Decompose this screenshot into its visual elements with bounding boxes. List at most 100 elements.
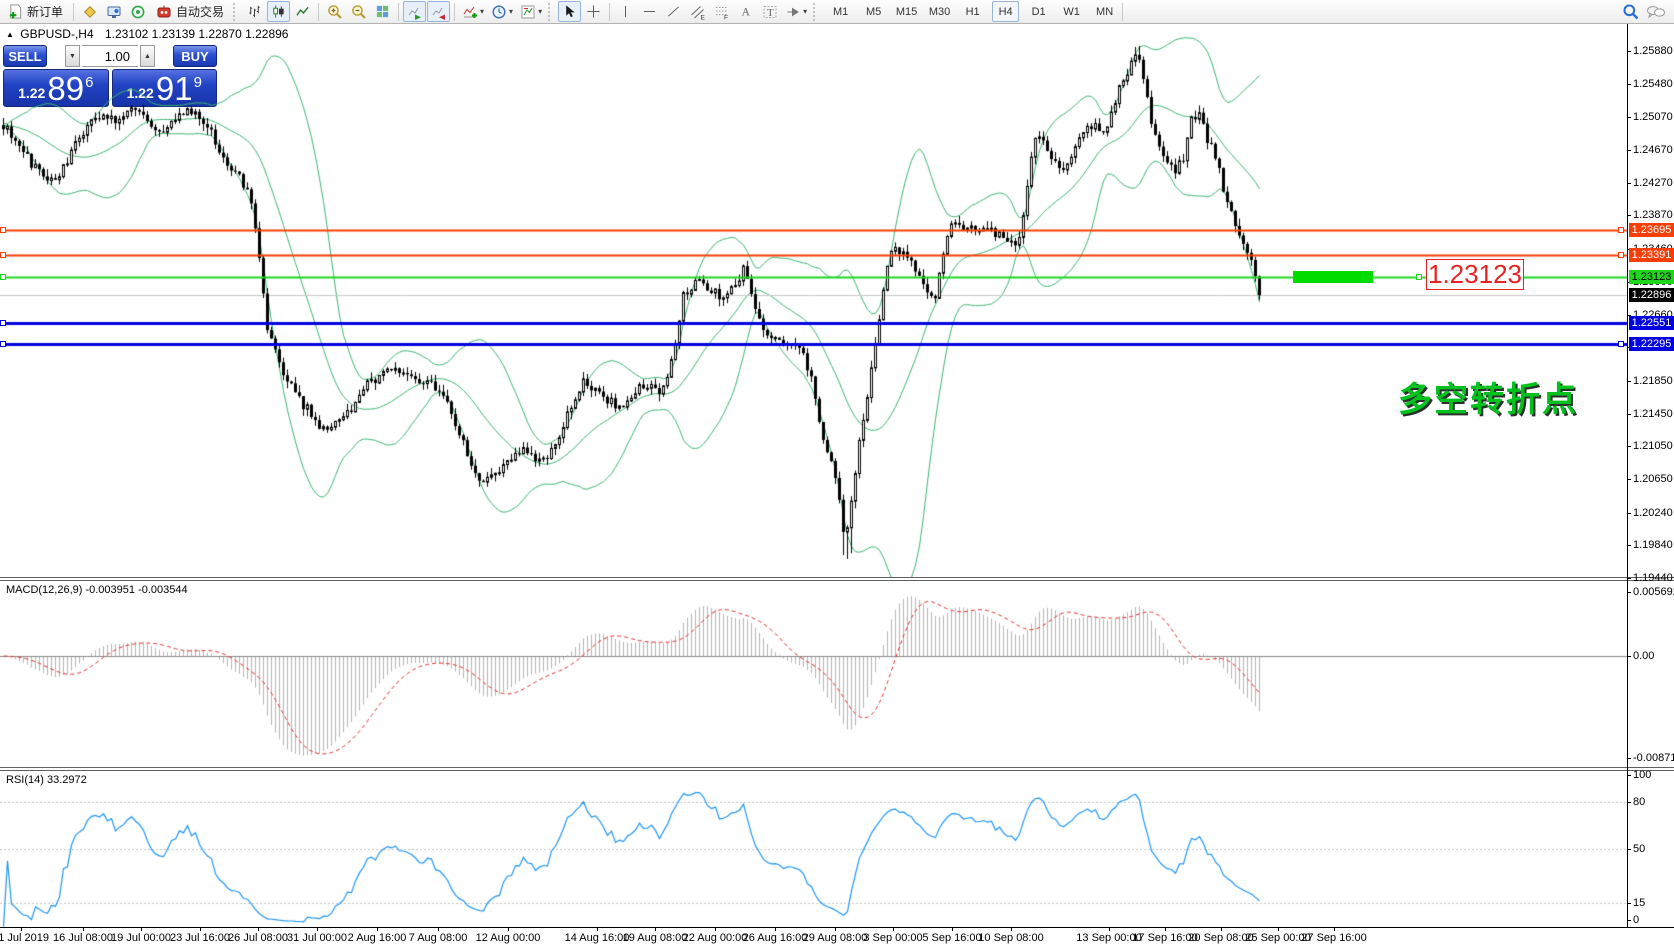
price-tick-label: 1.21450 xyxy=(1633,408,1673,420)
rsi-tick-label: 15 xyxy=(1633,897,1645,909)
time-tick-mark xyxy=(1165,928,1166,931)
price-tick-mark xyxy=(1627,513,1631,514)
periods-button[interactable]: ▾ xyxy=(488,1,516,22)
channel-tool[interactable]: E xyxy=(686,1,709,22)
indicators-button[interactable]: ▾ xyxy=(459,1,487,22)
price-tick-mark xyxy=(1627,84,1631,85)
price-tick-label: 1.25480 xyxy=(1633,78,1673,90)
chat-icon[interactable] xyxy=(1646,4,1666,20)
separator xyxy=(398,3,399,21)
timeframe-button-mn[interactable]: MN xyxy=(1091,1,1118,22)
svg-text:E: E xyxy=(700,14,705,20)
chinese-note-text[interactable]: 多空转折点 xyxy=(1398,372,1578,421)
time-tick-mark xyxy=(141,928,142,931)
line-handle[interactable] xyxy=(1416,274,1422,280)
price-annotation-box[interactable]: 1.23123 xyxy=(1426,259,1524,290)
candlestick-mode-button[interactable] xyxy=(267,1,290,22)
timeframe-group: M1 M5 M15 M30 H1 H4 D1 W1 MN xyxy=(827,1,1118,22)
panel-separator[interactable] xyxy=(0,767,1674,768)
line-chart-mode-button[interactable] xyxy=(291,1,314,22)
svg-text:A: A xyxy=(742,7,751,19)
price-tick-mark xyxy=(1627,414,1631,415)
zoom-out-icon xyxy=(351,4,367,20)
search-icon[interactable] xyxy=(1622,3,1640,21)
time-tick-mark xyxy=(597,928,598,931)
timeframe-button-h1[interactable]: H1 xyxy=(959,1,986,22)
panel-separator xyxy=(0,580,1674,581)
time-tick-label: 23 Jul 16:00 xyxy=(170,932,230,944)
zoom-out-button[interactable] xyxy=(347,1,370,22)
autotrading-button[interactable]: 自动交易 xyxy=(150,1,230,22)
price-tick-mark xyxy=(1627,215,1631,216)
price-line-label: 1.23391 xyxy=(1629,248,1674,262)
time-tick-label: 11 Jul 2019 xyxy=(0,932,49,944)
templates-button[interactable]: ▾ xyxy=(517,1,545,22)
time-tick-label: 22 Aug 00:00 xyxy=(683,932,748,944)
price-tick-label: 1.24670 xyxy=(1633,144,1673,156)
price-tick-mark xyxy=(1627,381,1631,382)
rsi-tick-mark xyxy=(1627,775,1631,776)
line-handle[interactable] xyxy=(0,227,6,233)
trendline-tool[interactable] xyxy=(662,1,685,22)
panel-separator xyxy=(0,770,1674,771)
timeframe-button-m1[interactable]: M1 xyxy=(827,1,854,22)
time-axis[interactable]: 11 Jul 201916 Jul 08:0019 Jul 00:0023 Ju… xyxy=(0,928,1674,949)
text-t-icon: T xyxy=(762,4,778,20)
chart-shift-button[interactable] xyxy=(427,1,450,22)
rsi-panel-canvas[interactable] xyxy=(0,771,1627,927)
shapes-tool[interactable]: ▾ xyxy=(782,1,810,22)
text-label-tool[interactable]: T xyxy=(758,1,781,22)
cursor-button[interactable] xyxy=(558,1,581,22)
timeframe-button-m30[interactable]: M30 xyxy=(926,1,953,22)
text-tool[interactable]: A xyxy=(734,1,757,22)
timeframe-button-m15[interactable]: M15 xyxy=(893,1,920,22)
svg-text:F: F xyxy=(724,14,728,20)
macd-label: MACD(12,26,9) -0.003951 -0.003544 xyxy=(6,584,188,596)
time-tick-mark xyxy=(1109,928,1110,931)
macd-panel-canvas[interactable] xyxy=(0,581,1627,767)
rsi-tick-mark xyxy=(1627,849,1631,850)
line-handle[interactable] xyxy=(0,252,6,258)
bar-chart-mode-button[interactable] xyxy=(243,1,266,22)
timeframe-button-w1[interactable]: W1 xyxy=(1058,1,1085,22)
price-chart-canvas[interactable] xyxy=(0,24,1627,577)
macd-tick-mark xyxy=(1627,592,1631,593)
mt4-window: 新订单 自动交易 xyxy=(0,0,1674,949)
profiles-button[interactable] xyxy=(78,1,101,22)
panel-separator[interactable] xyxy=(0,577,1674,578)
line-handle[interactable] xyxy=(1618,341,1624,347)
macd-tick-label: -0.008717 xyxy=(1633,752,1674,764)
new-order-button[interactable]: 新订单 xyxy=(2,1,69,22)
zoom-in-button[interactable] xyxy=(323,1,346,22)
terminal-button[interactable] xyxy=(102,1,125,22)
crosshair-button[interactable] xyxy=(582,1,605,22)
horizontal-line-tool[interactable] xyxy=(638,1,661,22)
tile-windows-button[interactable] xyxy=(371,1,394,22)
auto-scroll-button[interactable] xyxy=(403,1,426,22)
time-tick-label: 10 Sep 08:00 xyxy=(978,932,1043,944)
rsi-tick-label: 0 xyxy=(1633,914,1639,926)
signals-button[interactable] xyxy=(126,1,149,22)
level-highlight-rect[interactable] xyxy=(1293,271,1373,283)
line-handle[interactable] xyxy=(0,320,6,326)
timeframe-button-d1[interactable]: D1 xyxy=(1025,1,1052,22)
crosshair-icon xyxy=(586,4,601,19)
line-handle[interactable] xyxy=(0,341,6,347)
macd-tick-mark xyxy=(1627,656,1631,657)
template-icon xyxy=(520,4,536,20)
fibonacci-tool[interactable]: F xyxy=(710,1,733,22)
timeframe-button-h4[interactable]: H4 xyxy=(992,1,1019,22)
time-tick-label: 3 Sep 00:00 xyxy=(863,932,922,944)
vertical-line-tool[interactable] xyxy=(614,1,637,22)
line-handle[interactable] xyxy=(1618,227,1624,233)
line-handle[interactable] xyxy=(1618,252,1624,258)
time-tick-mark xyxy=(1278,928,1279,931)
time-tick-label: 26 Jul 08:00 xyxy=(228,932,288,944)
time-tick-mark xyxy=(1334,928,1335,931)
price-tick-mark xyxy=(1627,446,1631,447)
timeframe-button-m5[interactable]: M5 xyxy=(860,1,887,22)
separator xyxy=(609,3,610,21)
line-handle[interactable] xyxy=(0,274,6,280)
macd-tick-label: 0.005692 xyxy=(1633,586,1674,598)
rsi-tick-mark xyxy=(1627,920,1631,921)
